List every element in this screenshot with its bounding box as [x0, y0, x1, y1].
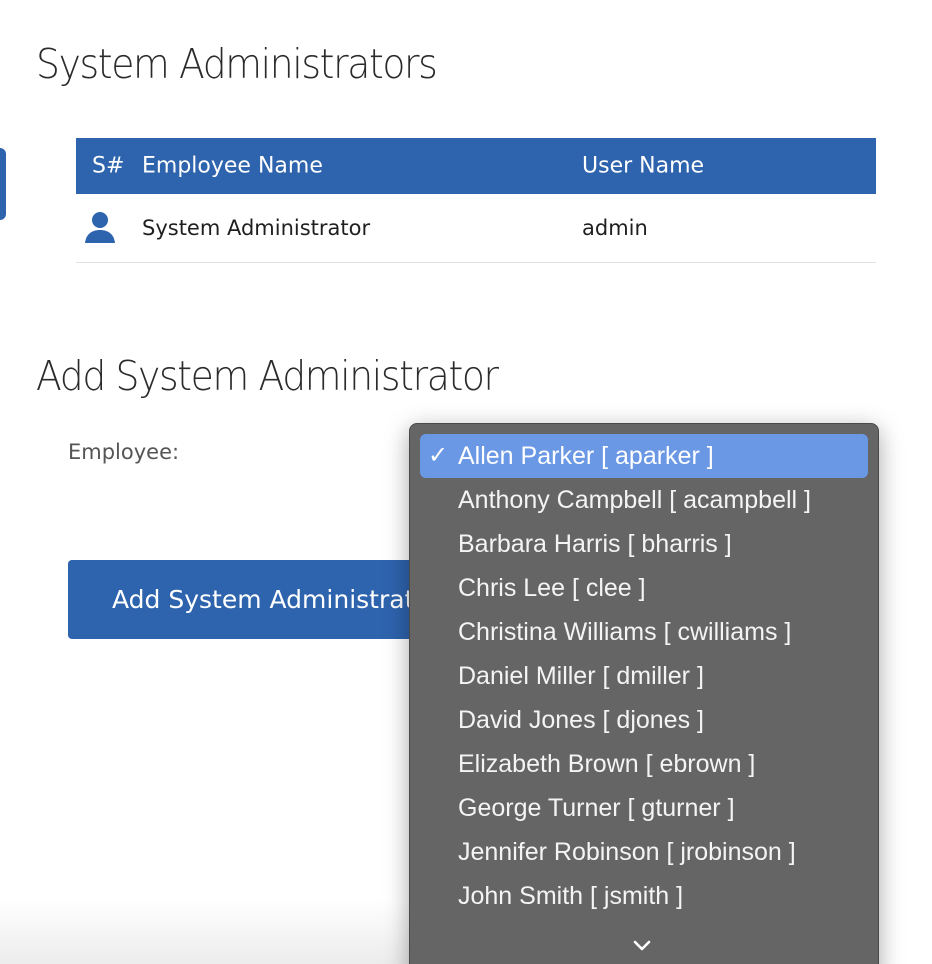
admins-table: S# Employee Name User Name System Admini…	[76, 138, 876, 263]
dropdown-option[interactable]: Christina Williams [ cwilliams ]	[420, 610, 868, 654]
add-system-administrator-button[interactable]: Add System Administrator	[68, 560, 448, 639]
user-name-cell: admin	[582, 216, 648, 240]
header-user-name: User Name	[582, 153, 705, 179]
header-sn: S#	[92, 153, 125, 179]
page-title: System Administrators	[36, 40, 438, 88]
dropdown-option[interactable]: Daniel Miller [ dmiller ]	[420, 654, 868, 698]
page: System Administrators S# Employee Name U…	[0, 0, 932, 964]
dropdown-option[interactable]: Jennifer Robinson [ jrobinson ]	[420, 830, 868, 874]
employee-name-cell: System Administrator	[142, 216, 371, 240]
table-row: System Administrator admin	[76, 194, 876, 263]
dropdown-option[interactable]: ✓ Allen Parker [ aparker ]	[420, 434, 868, 478]
dropdown-option[interactable]: John Smith [ jsmith ]	[420, 874, 868, 918]
dropdown-option[interactable]: Chris Lee [ clee ]	[420, 566, 868, 610]
bottom-shadow	[0, 900, 410, 964]
dropdown-option[interactable]: Elizabeth Brown [ ebrown ]	[420, 742, 868, 786]
dropdown-option[interactable]: David Jones [ djones ]	[420, 698, 868, 742]
header-employee-name: Employee Name	[142, 153, 323, 179]
employee-select-dropdown[interactable]: ✓ Allen Parker [ aparker ] Anthony Campb…	[409, 423, 879, 964]
dropdown-option[interactable]: Barbara Harris [ bharris ]	[420, 522, 868, 566]
table-header: S# Employee Name User Name	[76, 138, 876, 194]
employee-label: Employee:	[68, 440, 180, 464]
user-icon	[85, 212, 115, 243]
chevron-down-icon[interactable]	[632, 936, 652, 956]
dropdown-option[interactable]: George Turner [ gturner ]	[420, 786, 868, 830]
checkmark-icon: ✓	[428, 442, 449, 469]
section-title: Add System Administrator	[36, 352, 499, 400]
dropdown-option[interactable]: Anthony Campbell [ acampbell ]	[420, 478, 868, 522]
side-tab[interactable]	[0, 148, 6, 220]
